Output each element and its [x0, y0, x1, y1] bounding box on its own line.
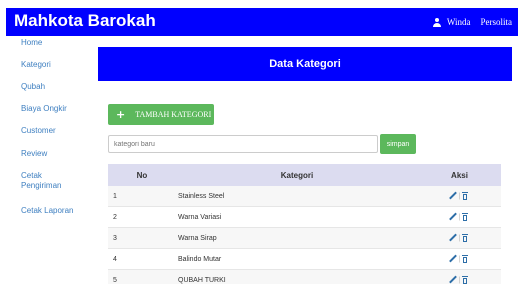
- row-kategori: Stainless Steel: [178, 192, 225, 200]
- row-actions: |: [416, 234, 501, 242]
- action-separator: |: [458, 192, 461, 200]
- edit-pencil-icon[interactable]: [449, 276, 457, 284]
- delete-trash-icon[interactable]: [462, 255, 469, 263]
- table-row: 4 Balindo Mutar |: [108, 249, 501, 270]
- save-button[interactable]: simpan: [380, 134, 416, 154]
- sidebar: Home Kategori Qubah Biaya Ongkir Custome…: [6, 36, 94, 284]
- table-row: 3 Warna Sirap |: [108, 228, 501, 249]
- delete-trash-icon[interactable]: [462, 234, 469, 242]
- brand-title[interactable]: Mahkota Barokah: [14, 11, 156, 31]
- user-icon: [432, 17, 441, 27]
- delete-trash-icon[interactable]: [462, 276, 469, 284]
- sidebar-item-kategori[interactable]: Kategori: [21, 60, 51, 70]
- action-separator: |: [458, 255, 461, 263]
- header-aksi: Aksi: [451, 170, 468, 180]
- row-actions: |: [416, 276, 501, 284]
- row-kategori: QUBAH TURKI: [178, 276, 226, 284]
- table-row: 1 Stainless Steel |: [108, 186, 501, 207]
- row-actions: |: [416, 213, 501, 221]
- top-navbar: Mahkota Barokah Winda Persolita: [6, 8, 518, 36]
- edit-pencil-icon[interactable]: [449, 213, 457, 221]
- edit-pencil-icon[interactable]: [449, 192, 457, 200]
- edit-pencil-icon[interactable]: [449, 234, 457, 242]
- category-table: No Kategori Aksi 1 Stainless Steel | 2 W…: [108, 164, 501, 284]
- row-actions: |: [416, 255, 501, 263]
- table-row: 2 Warna Variasi |: [108, 207, 501, 228]
- row-no: 1: [113, 192, 117, 200]
- category-input[interactable]: [108, 135, 378, 153]
- action-separator: |: [458, 234, 461, 242]
- sidebar-item-cetak-pengiriman[interactable]: Cetak Pengiriman: [21, 171, 81, 191]
- sidebar-item-biaya-ongkir[interactable]: Biaya Ongkir: [21, 104, 67, 114]
- sidebar-item-cetak-laporan[interactable]: Cetak Laporan: [21, 206, 73, 216]
- sidebar-item-review[interactable]: Review: [21, 149, 47, 159]
- sidebar-item-home[interactable]: Home: [21, 38, 42, 48]
- action-separator: |: [458, 276, 461, 284]
- plus-icon: +: [116, 107, 126, 121]
- table-row: 5 QUBAH TURKI |: [108, 270, 501, 284]
- header-no: No: [136, 170, 148, 180]
- row-no: 5: [113, 276, 117, 284]
- sidebar-item-customer[interactable]: Customer: [21, 126, 56, 136]
- header-kategori: Kategori: [280, 170, 314, 180]
- row-kategori: Warna Sirap: [178, 234, 217, 242]
- user-first-name: Winda: [446, 17, 471, 27]
- table-header: No Kategori Aksi: [108, 164, 501, 186]
- row-actions: |: [416, 192, 501, 200]
- sidebar-item-qubah[interactable]: Qubah: [21, 82, 45, 92]
- row-kategori: Balindo Mutar: [178, 255, 222, 263]
- user-last-name: Persolita: [480, 17, 513, 27]
- add-category-button[interactable]: + TAMBAH KATEGORI: [108, 104, 214, 125]
- panel-title: Data Kategori: [98, 47, 512, 81]
- row-kategori: Warna Variasi: [178, 213, 222, 221]
- add-category-label: TAMBAH KATEGORI: [135, 110, 212, 119]
- row-no: 2: [113, 213, 117, 221]
- delete-trash-icon[interactable]: [462, 213, 469, 221]
- action-separator: |: [458, 213, 461, 221]
- row-no: 4: [113, 255, 117, 263]
- user-menu[interactable]: Winda Persolita: [432, 17, 513, 27]
- row-no: 3: [113, 234, 117, 242]
- edit-pencil-icon[interactable]: [449, 255, 457, 263]
- delete-trash-icon[interactable]: [462, 192, 469, 200]
